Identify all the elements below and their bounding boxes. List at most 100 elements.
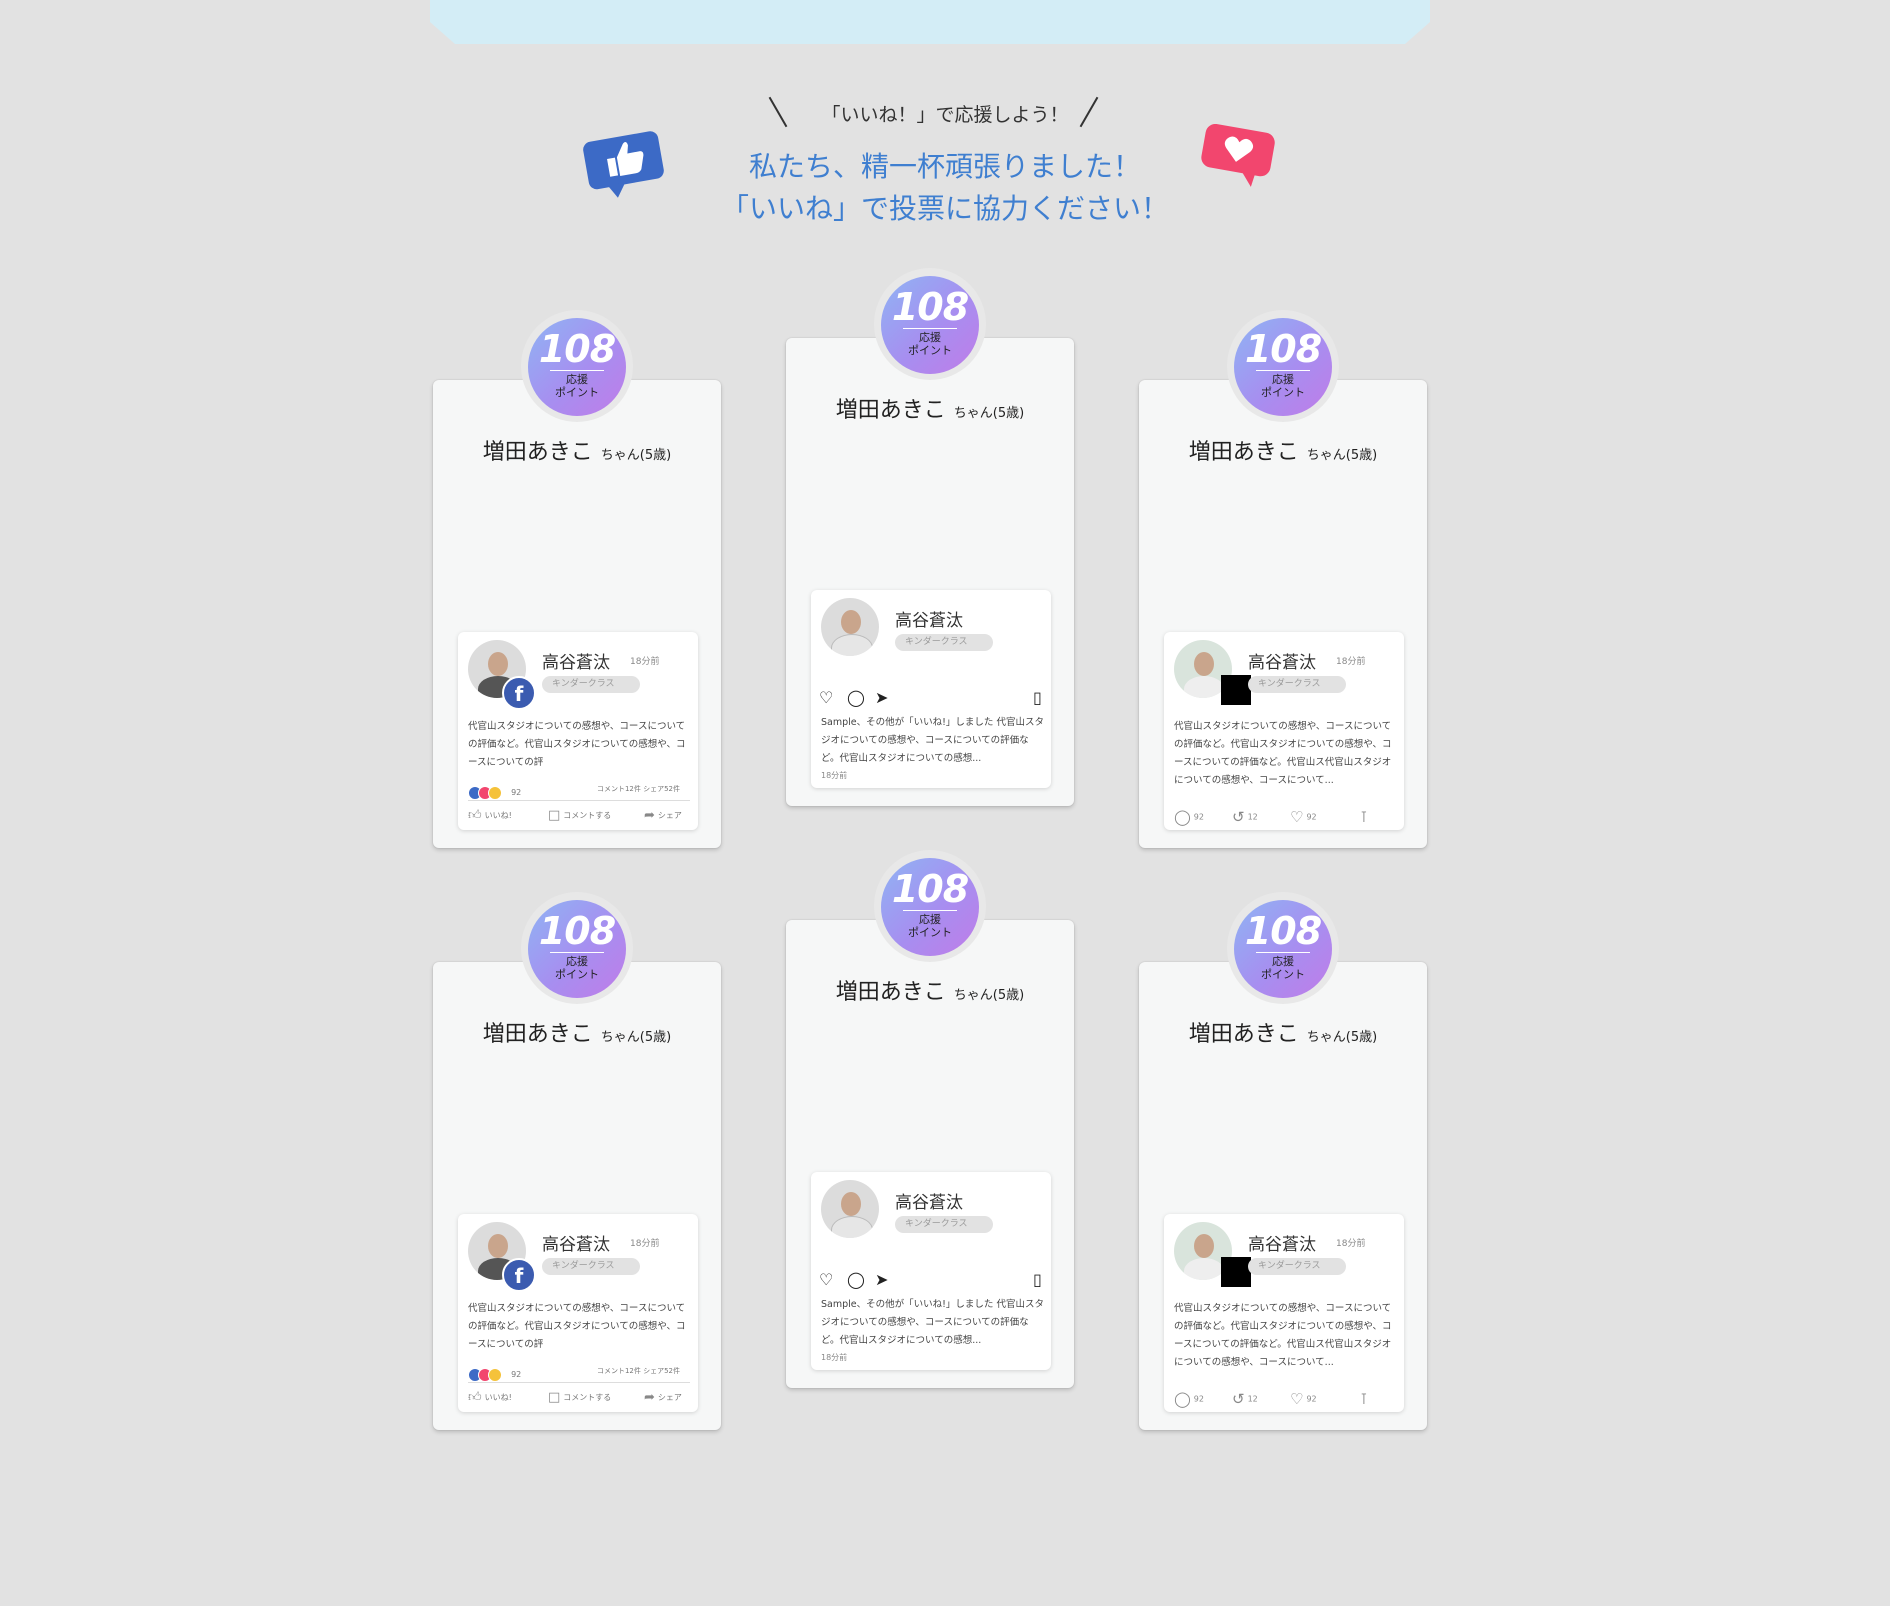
points-value: 108 [891, 867, 969, 911]
comment-icon: □ [548, 808, 561, 823]
entry-card-4[interactable]: 108 応援 ポイント 増田あきこ ちゃん(5歳) f 高谷蒼汰 18分前 キンダ… [433, 892, 721, 1430]
main-heading: 私たち、精一杯頑張りました！ 「いいね」で投票に協力ください！ [0, 146, 1890, 230]
facebook-icon: f [502, 676, 536, 710]
child-name: 増田あきこ ちゃん(5歳) [1139, 434, 1427, 466]
badge-label-1: 応援 [919, 331, 941, 344]
comment-label: コメントする [563, 1393, 612, 1402]
reply-icon: ◯ [1174, 808, 1191, 826]
share-icon: ⊺ [1360, 808, 1368, 826]
child-suffix: ちゃん(5歳) [953, 406, 1025, 421]
instagram-post[interactable]: 高谷蒼汰 キンダークラス ♡ ◯ ➤ ▯ Sample、その他が「いいね!」しま… [811, 1172, 1051, 1370]
support-points-badge: 108 応援 ポイント [528, 318, 626, 416]
class-pill: キンダークラス [1248, 1258, 1346, 1275]
twitter-post[interactable]: 高谷蒼汰 18分前 キンダークラス 代官山スタジオについての感想や、コースについ… [1164, 1214, 1404, 1412]
entry-card-6[interactable]: 108 応援 ポイント 増田あきこ ちゃん(5歳) 高谷蒼汰 18分前 キンダーク… [1139, 892, 1427, 1430]
send-icon[interactable]: ➤ [875, 688, 888, 707]
post-author: 高谷蒼汰 [1248, 1235, 1316, 1255]
like-button[interactable]: 👍︎ いいね! [468, 1390, 512, 1405]
retweet-icon: ↺ [1232, 808, 1245, 826]
class-pill: キンダークラス [542, 1258, 640, 1275]
share-button[interactable]: ⊺ [1360, 808, 1371, 826]
child-name: 増田あきこ ちゃん(5歳) [433, 434, 721, 466]
post-time: 18分前 [821, 771, 848, 780]
post-author: 高谷蒼汰 [895, 1193, 963, 1213]
child-name: 増田あきこ ちゃん(5歳) [433, 1016, 721, 1048]
retweet-icon: ↺ [1232, 1390, 1245, 1408]
child-name: 増田あきこ ちゃん(5歳) [786, 392, 1074, 424]
post-time: 18分前 [630, 1239, 660, 1249]
thumbs-up-bubble-icon [583, 131, 664, 198]
comment-icon[interactable]: ◯ [847, 1270, 865, 1289]
retweet-count: 12 [1247, 812, 1258, 822]
bookmark-icon[interactable]: ▯ [1033, 688, 1042, 707]
badge-label-1: 応援 [1272, 955, 1294, 968]
class-pill: キンダークラス [542, 676, 640, 693]
like-button[interactable]: 👍︎ いいね! [468, 808, 512, 823]
entry-card-5[interactable]: 108 応援 ポイント 増田あきこ ちゃん(5歳) 高谷蒼汰 キンダークラス ♡ … [786, 850, 1074, 1388]
facebook-post[interactable]: f 高谷蒼汰 18分前 キンダークラス 代官山スタジオについての感想や、コースに… [458, 1214, 698, 1412]
support-points-badge: 108 応援 ポイント [1234, 318, 1332, 416]
comment-button[interactable]: □ コメントする [548, 1390, 611, 1405]
share-button[interactable]: ➦ シェア [644, 1390, 682, 1405]
child-name-text: 増田あきこ [482, 440, 593, 465]
sub-heading: 「いいね！」で応援しよう！ [821, 104, 1069, 126]
comment-icon[interactable]: ◯ [847, 688, 865, 707]
heart-icon[interactable]: ♡ [819, 688, 833, 707]
like-count: 92 [1306, 1394, 1317, 1404]
retweet-button[interactable]: ↺ 12 [1232, 1390, 1258, 1408]
points-value: 108 [891, 285, 969, 329]
comment-share-count: コメント12件 シェア52件 [596, 785, 680, 793]
child-suffix: ちゃん(5歳) [1306, 1030, 1378, 1045]
share-label: シェア [657, 811, 682, 820]
comment-icon: □ [548, 1390, 561, 1405]
badge-label-1: 応援 [1272, 373, 1294, 386]
post-text: 代官山スタジオについての感想や、コースについての評価など。代官山スタジオについて… [468, 721, 686, 768]
share-icon: ➦ [644, 808, 655, 823]
like-button[interactable]: ♡ 92 [1290, 808, 1317, 826]
heart-icon: ♡ [1290, 1390, 1304, 1408]
send-icon[interactable]: ➤ [875, 1270, 888, 1289]
entry-card-3[interactable]: 108 応援 ポイント 増田あきこ ちゃん(5歳) 高谷蒼汰 18分前 キンダーク… [1139, 310, 1427, 848]
retweet-button[interactable]: ↺ 12 [1232, 808, 1258, 826]
post-text: Sample、その他が「いいね!」しました 代官山スタジオについての感想や、コー… [821, 717, 1044, 764]
child-name-text: 増田あきこ [1188, 1022, 1299, 1047]
facebook-post[interactable]: f 高谷蒼汰 18分前 キンダークラス 代官山スタジオについての感想や、コースに… [458, 632, 698, 830]
facebook-icon: f [502, 1258, 536, 1292]
share-button[interactable]: ⊺ [1360, 1390, 1371, 1408]
heart-icon[interactable]: ♡ [819, 1270, 833, 1289]
post-text: 代官山スタジオについての感想や、コースについての評価など。代官山スタジオについて… [468, 1303, 686, 1350]
child-name-text: 増田あきこ [1188, 440, 1299, 465]
child-name-text: 増田あきこ [482, 1022, 593, 1047]
badge-label-2: ポイント [555, 386, 599, 399]
entry-card-2[interactable]: 108 応援 ポイント 増田あきこ ちゃん(5歳) 高谷蒼汰 キンダークラス ♡ … [786, 268, 1074, 806]
like-count: 92 [1306, 812, 1317, 822]
top-banner [430, 0, 1430, 44]
comment-share-count: コメント12件 シェア52件 [596, 1367, 680, 1375]
badge-label-2: ポイント [908, 926, 952, 939]
instagram-post[interactable]: 高谷蒼汰 キンダークラス ♡ ◯ ➤ ▯ Sample、その他が「いいね!」しま… [811, 590, 1051, 788]
heart-icon: ♡ [1290, 808, 1304, 826]
child-name-text: 増田あきこ [835, 398, 946, 423]
twitter-post[interactable]: 高谷蒼汰 18分前 キンダークラス 代官山スタジオについての感想や、コースについ… [1164, 632, 1404, 830]
child-suffix: ちゃん(5歳) [600, 1030, 672, 1045]
reply-count: 92 [1193, 1394, 1204, 1404]
badge-label-2: ポイント [908, 344, 952, 357]
main-heading-line2: 「いいね」で投票に協力ください！ [720, 192, 1169, 225]
post-text: 代官山スタジオについての感想や、コースについての評価など。代官山スタジオについて… [1174, 1303, 1392, 1368]
entry-card-1[interactable]: 108 応援 ポイント 増田あきこ ちゃん(5歳) f 高谷蒼汰 18分前 キンダ… [433, 310, 721, 848]
divider [468, 800, 690, 801]
share-label: シェア [657, 1393, 682, 1402]
share-button[interactable]: ➦ シェア [644, 808, 682, 823]
points-value: 108 [1244, 327, 1322, 371]
like-button[interactable]: ♡ 92 [1290, 1390, 1317, 1408]
comment-label: コメントする [563, 811, 612, 820]
x-logo-icon [1221, 675, 1251, 705]
reactions: 92 コメント12件 シェア52件 [468, 1364, 690, 1382]
class-pill: キンダークラス [895, 634, 993, 651]
reply-icon: ◯ [1174, 1390, 1191, 1408]
bookmark-icon[interactable]: ▯ [1033, 1270, 1042, 1289]
reaction-count: 92 [511, 1370, 522, 1379]
reply-button[interactable]: ◯ 92 [1174, 808, 1204, 826]
reply-button[interactable]: ◯ 92 [1174, 1390, 1204, 1408]
comment-button[interactable]: □ コメントする [548, 808, 611, 823]
